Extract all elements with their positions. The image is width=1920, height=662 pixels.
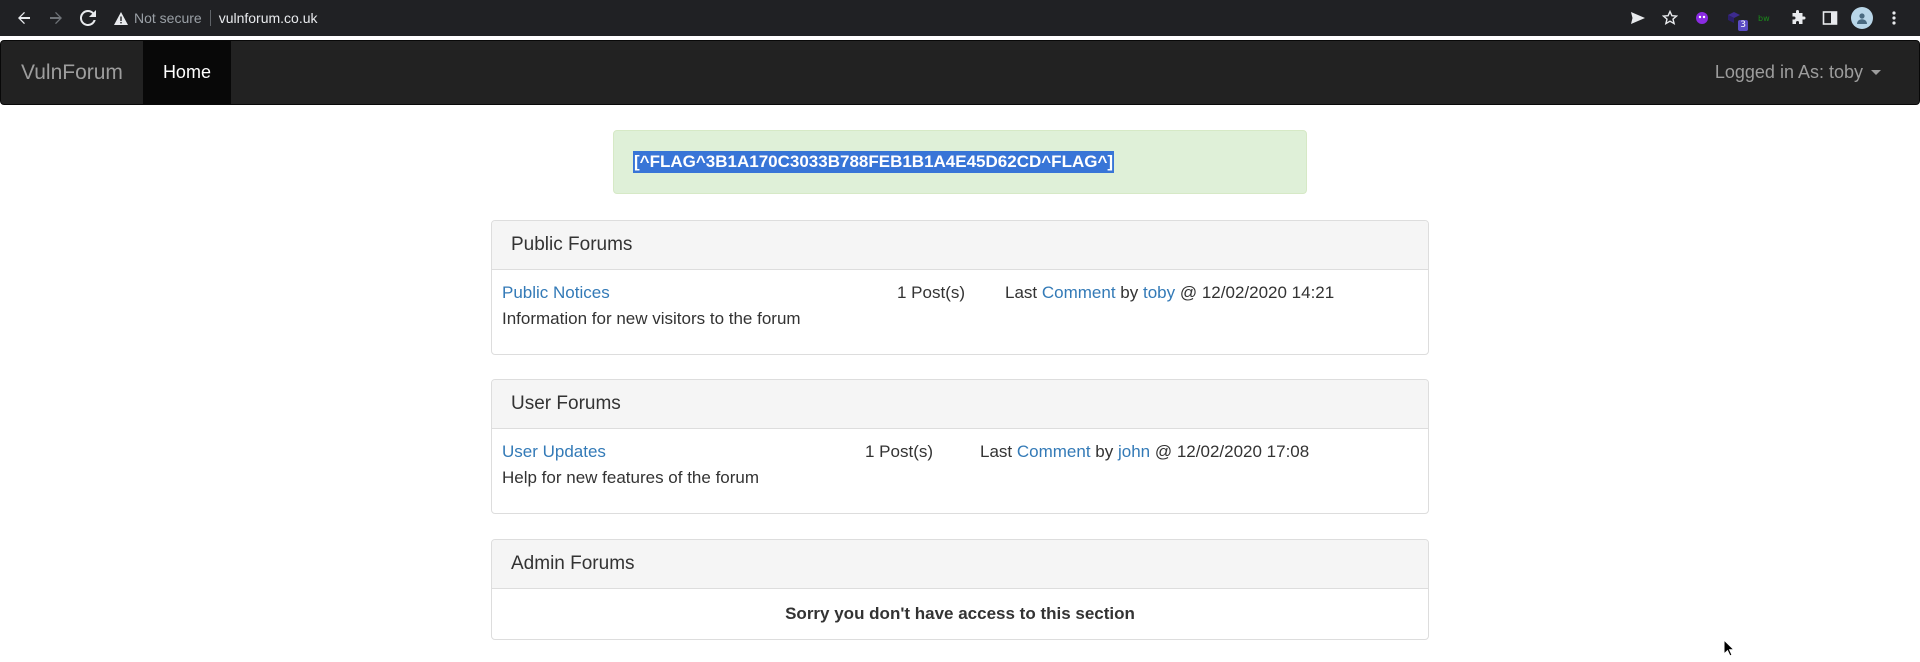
forum-post-count: 1 Post(s): [865, 442, 934, 461]
by-word: by: [1120, 283, 1139, 302]
forum-last-comment: Last Comment by john @ 12/02/2020 17:08: [980, 442, 1309, 462]
panel-admin-forums: Admin Forums Sorry you don't have access…: [491, 539, 1429, 640]
extension-green-icon[interactable]: bw: [1750, 0, 1782, 36]
panel-user-forums: User Forums User Updates Help for new fe…: [491, 379, 1429, 514]
url-text[interactable]: vulnforum.co.uk: [219, 10, 318, 26]
by-word: by: [1095, 442, 1114, 461]
panel-heading: Admin Forums: [492, 540, 1428, 589]
toolbar-actions: 3 bw: [1622, 0, 1910, 36]
forward-icon[interactable]: [40, 0, 72, 36]
puzzle-icon[interactable]: [1782, 0, 1814, 36]
star-icon[interactable]: [1654, 0, 1686, 36]
last-comment-timestamp: @ 12/02/2020 14:21: [1179, 283, 1335, 302]
user-menu[interactable]: Logged in As: toby: [1715, 41, 1919, 104]
forum-last-comment: Last Comment by toby @ 12/02/2020 14:21: [1005, 283, 1334, 303]
panel-public-forums: Public Forums Public Notices Information…: [491, 220, 1429, 355]
success-alert: [^FLAG^3B1A170C3033B788FEB1B1A4E45D62CD^…: [613, 130, 1307, 194]
extension-purple-icon[interactable]: [1686, 0, 1718, 36]
site-navbar: VulnForum Home Logged in As: toby: [0, 40, 1920, 105]
forum-row: Public Notices Information for new visit…: [492, 270, 1428, 354]
forum-description: Help for new features of the forum: [502, 468, 760, 487]
last-prefix: Last: [1005, 283, 1038, 302]
flag-text[interactable]: [^FLAG^3B1A170C3033B788FEB1B1A4E45D62CD^…: [633, 151, 1115, 173]
security-label: Not secure: [134, 10, 202, 26]
extension-badge: 3: [1738, 20, 1748, 31]
forum-link-user-updates[interactable]: User Updates: [502, 442, 606, 462]
side-panel-icon[interactable]: [1814, 0, 1846, 36]
back-icon[interactable]: [8, 0, 40, 36]
panel-heading: Public Forums: [492, 221, 1428, 270]
menu-kebab-icon[interactable]: [1878, 0, 1910, 36]
send-icon[interactable]: [1622, 0, 1654, 36]
nav-home[interactable]: Home: [142, 41, 231, 104]
browser-toolbar: Not secure vulnforum.co.uk 3 bw: [0, 0, 1920, 36]
user-menu-label: Logged in As: toby: [1714, 62, 1863, 82]
caret-down-icon: [1871, 70, 1881, 75]
last-comment-author-link[interactable]: john: [1118, 442, 1150, 461]
site-brand[interactable]: VulnForum: [1, 41, 143, 104]
avatar-icon: [1851, 7, 1873, 29]
access-denied-message: Sorry you don't have access to this sect…: [785, 604, 1135, 623]
forum-description: Information for new visitors to the foru…: [502, 309, 801, 328]
address-bar[interactable]: Not secure vulnforum.co.uk: [114, 0, 318, 36]
profile-avatar[interactable]: [1846, 0, 1878, 36]
panel-heading: User Forums: [492, 380, 1428, 429]
extension-badge-icon[interactable]: 3: [1718, 0, 1750, 36]
last-prefix: Last: [980, 442, 1013, 461]
last-comment-author-link[interactable]: toby: [1143, 283, 1175, 302]
forum-post-count: 1 Post(s): [897, 283, 966, 302]
warning-icon: [114, 11, 128, 25]
svg-text:bw: bw: [1758, 14, 1770, 23]
last-comment-link[interactable]: Comment: [1042, 283, 1116, 302]
forum-row: User Updates Help for new features of th…: [492, 429, 1428, 513]
forum-link-public-notices[interactable]: Public Notices: [502, 283, 610, 303]
last-comment-timestamp: @ 12/02/2020 17:08: [1154, 442, 1310, 461]
last-comment-link[interactable]: Comment: [1017, 442, 1091, 461]
mouse-cursor-icon: [1723, 638, 1736, 662]
address-divider: [209, 10, 211, 26]
reload-icon[interactable]: [72, 0, 104, 36]
